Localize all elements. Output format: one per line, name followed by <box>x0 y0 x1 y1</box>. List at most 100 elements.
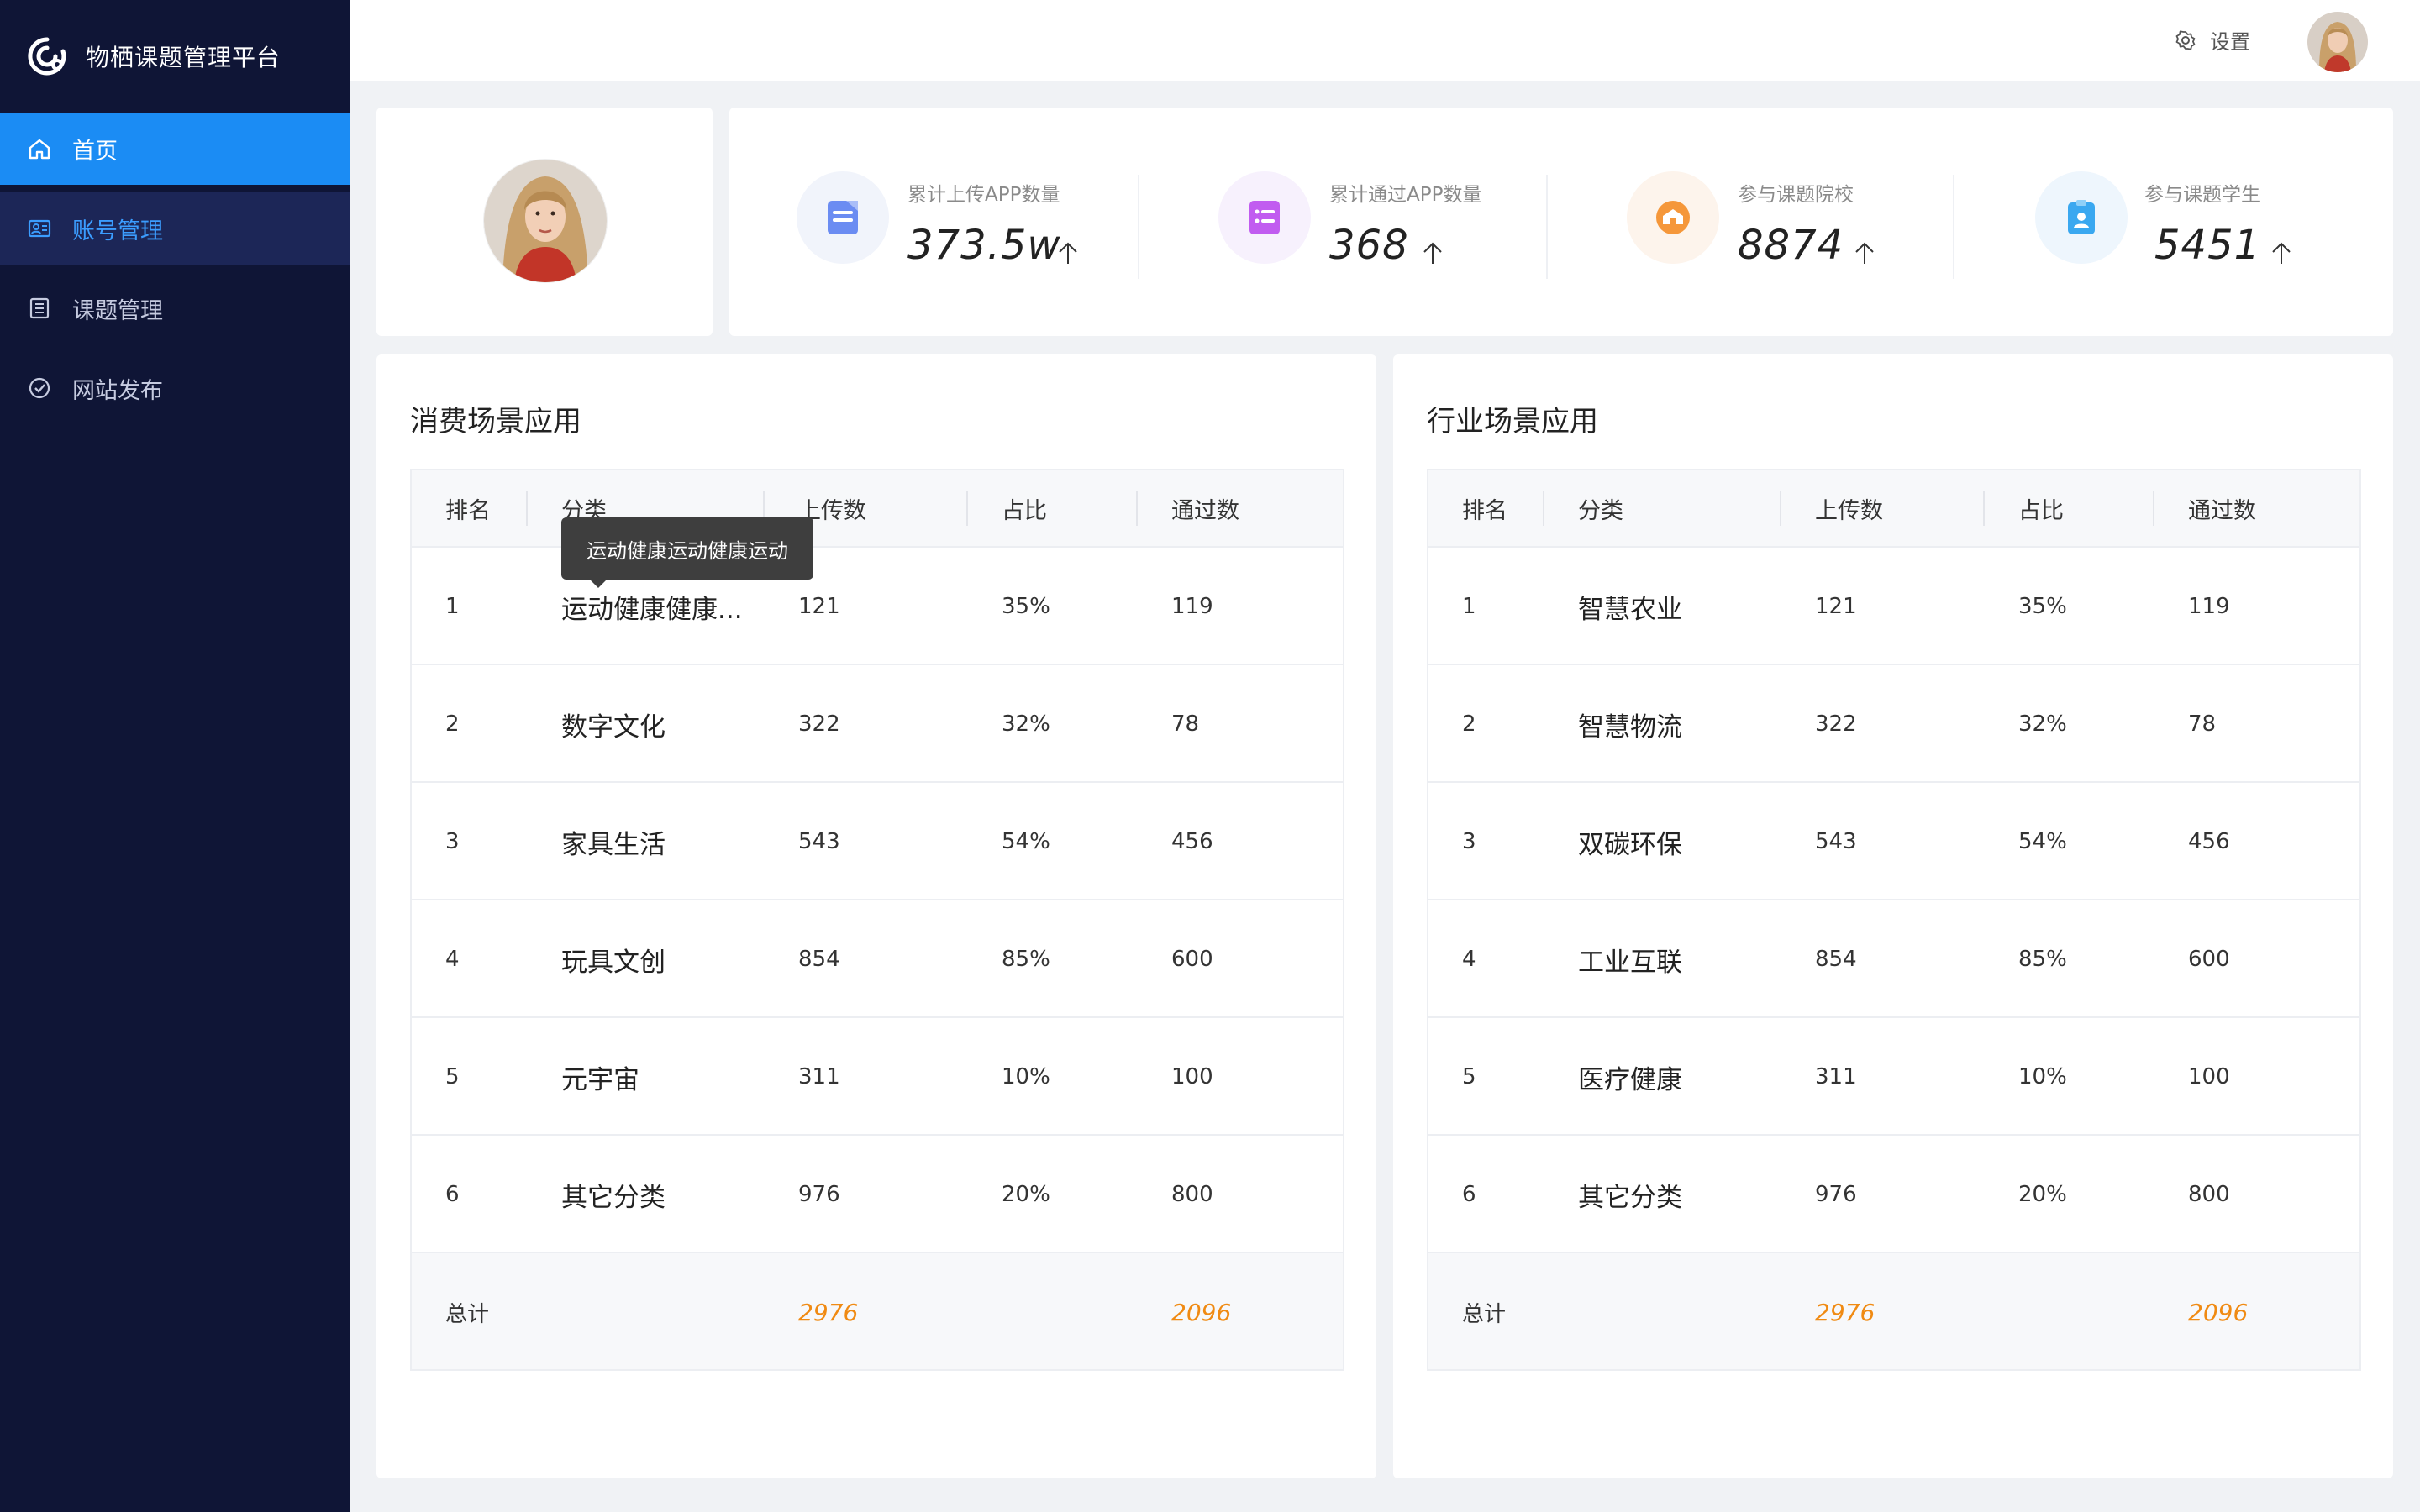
uploads-cell: 854 <box>798 947 840 972</box>
category-cell[interactable]: 智慧物流 <box>1578 665 1682 783</box>
list-icon <box>27 296 52 321</box>
rank-cell: 4 <box>1462 947 1476 972</box>
stat-divider <box>1953 175 1954 279</box>
passed-cell: 78 <box>2188 711 2217 737</box>
category-cell[interactable]: 工业互联 <box>1578 900 1682 1018</box>
rank-cell: 2 <box>445 711 460 737</box>
rank-cell: 3 <box>445 829 460 854</box>
settings-button[interactable]: 设置 <box>2175 25 2250 55</box>
total-uploads: 2976 <box>798 1298 859 1326</box>
rank-cell: 6 <box>1462 1182 1476 1207</box>
column-header-category: 分类 <box>1578 497 1623 524</box>
home-icon <box>27 136 52 161</box>
user-avatar[interactable] <box>2307 12 2368 72</box>
top-header <box>350 0 2420 81</box>
brand-logo-icon <box>28 37 66 76</box>
column-header-rank: 排名 <box>445 497 491 524</box>
sidebar-item-label: 账号管理 <box>72 218 163 244</box>
total-passed: 2096 <box>2188 1298 2249 1326</box>
category-cell[interactable]: 家具生活 <box>561 783 666 900</box>
uploads-cell: 976 <box>1815 1182 1857 1207</box>
uploads-cell: 311 <box>1815 1064 1857 1089</box>
rank-cell: 1 <box>1462 594 1476 619</box>
table-row[interactable]: 3 双碳环保 543 54% 456 <box>1428 781 2360 899</box>
arrow-up-icon <box>1423 242 1442 264</box>
arrow-up-icon <box>1059 242 1077 264</box>
table-row[interactable]: 1 智慧农业 121 35% 119 <box>1428 546 2360 664</box>
table-row[interactable]: 5 元宇宙 311 10% 100 <box>412 1016 1343 1134</box>
uploads-cell: 854 <box>1815 947 1857 972</box>
rank-cell: 3 <box>1462 829 1476 854</box>
category-cell[interactable]: 医疗健康 <box>1578 1018 1682 1136</box>
total-row: 总计 2976 2096 <box>1428 1252 2360 1369</box>
column-header-uploads: 上传数 <box>1815 497 1883 524</box>
table-row[interactable]: 3 家具生活 543 54% 456 <box>412 781 1343 899</box>
stat-label: 参与课题学生 <box>2144 184 2260 206</box>
total-label: 总计 <box>445 1301 490 1327</box>
stat-value: 373.5w <box>908 222 1061 269</box>
stat-divider <box>1546 175 1548 279</box>
category-cell[interactable]: 玩具文创 <box>561 900 666 1018</box>
uploads-cell: 543 <box>798 829 840 854</box>
rank-cell: 5 <box>445 1064 460 1089</box>
sidebar-item-label: 课题管理 <box>72 297 163 324</box>
category-cell[interactable]: 智慧农业 <box>1578 548 1682 665</box>
table-row[interactable]: 5 医疗健康 311 10% 100 <box>1428 1016 2360 1134</box>
column-separator <box>966 491 968 526</box>
passed-cell: 600 <box>1171 947 1213 972</box>
section-title: 消费场景应用 <box>410 405 581 438</box>
category-cell[interactable]: 其它分类 <box>1578 1136 1682 1253</box>
category-cell[interactable]: 双碳环保 <box>1578 783 1682 900</box>
industry-scenarios-card: 行业场景应用 排名 分类 上传数 占比 通过数 1 智慧农业 121 35% 1… <box>1393 354 2393 1478</box>
column-separator <box>1136 491 1138 526</box>
uploads-cell: 543 <box>1815 829 1857 854</box>
total-label: 总计 <box>1462 1301 1507 1327</box>
table-row[interactable]: 2 数字文化 322 32% 78 <box>412 664 1343 781</box>
category-cell[interactable]: 数字文化 <box>561 665 666 783</box>
table-row[interactable]: 1 运动健康健康... 121 35% 119 <box>412 546 1343 664</box>
stat-label: 累计上传APP数量 <box>908 184 1060 206</box>
rank-cell: 6 <box>445 1182 460 1207</box>
passed-cell: 456 <box>1171 829 1213 854</box>
brand: 物栖课题管理平台 <box>0 0 350 113</box>
sidebar-item-topics[interactable]: 课题管理 <box>0 272 350 344</box>
column-separator <box>1983 491 1985 526</box>
passed-cell: 456 <box>2188 829 2230 854</box>
column-header-passed: 通过数 <box>2188 497 2256 524</box>
rank-cell: 1 <box>445 594 460 619</box>
sidebar: 物栖课题管理平台 首页 账号管理 课题管理 网站发布 <box>0 0 350 1512</box>
category-tooltip: 运动健康运动健康运动 <box>561 517 813 588</box>
category-cell[interactable]: 其它分类 <box>561 1136 666 1253</box>
passed-cell: 800 <box>2188 1182 2230 1207</box>
list-card-icon <box>1218 171 1311 264</box>
profile-avatar <box>484 160 607 282</box>
total-passed: 2096 <box>1171 1298 1232 1326</box>
sidebar-item-home[interactable]: 首页 <box>0 113 350 185</box>
table-row[interactable]: 4 工业互联 854 85% 600 <box>1428 899 2360 1016</box>
table-row[interactable]: 4 玩具文创 854 85% 600 <box>412 899 1343 1016</box>
industry-table: 排名 分类 上传数 占比 通过数 1 智慧农业 121 35% 119 2 智慧… <box>1427 469 2361 1371</box>
table-row[interactable]: 6 其它分类 976 20% 800 <box>412 1134 1343 1252</box>
school-icon <box>1627 171 1719 264</box>
ratio-cell: 10% <box>2018 1064 2067 1089</box>
category-cell[interactable]: 元宇宙 <box>561 1018 639 1136</box>
ratio-cell: 35% <box>2018 594 2067 619</box>
total-uploads: 2976 <box>1815 1298 1876 1326</box>
rank-cell: 2 <box>1462 711 1476 737</box>
total-row: 总计 2976 2096 <box>412 1252 1343 1369</box>
table-row[interactable]: 6 其它分类 976 20% 800 <box>1428 1134 2360 1252</box>
sidebar-item-publish[interactable]: 网站发布 <box>0 352 350 424</box>
ratio-cell: 35% <box>1002 594 1050 619</box>
arrow-up-icon <box>2272 242 2291 264</box>
ratio-cell: 32% <box>1002 711 1050 737</box>
consumer-table: 排名 分类 上传数 占比 通过数 1 运动健康健康... 121 35% 119… <box>410 469 1344 1371</box>
section-title: 行业场景应用 <box>1427 405 1598 438</box>
stat-label: 参与课题院校 <box>1738 184 1854 206</box>
column-header-ratio: 占比 <box>2018 497 2064 524</box>
uploads-cell: 311 <box>798 1064 840 1089</box>
rank-cell: 5 <box>1462 1064 1476 1089</box>
sidebar-item-accounts[interactable]: 账号管理 <box>0 192 350 265</box>
table-row[interactable]: 2 智慧物流 322 32% 78 <box>1428 664 2360 781</box>
table-header: 排名 分类 上传数 占比 通过数 <box>1428 470 2360 546</box>
student-badge-icon <box>2035 171 2128 264</box>
